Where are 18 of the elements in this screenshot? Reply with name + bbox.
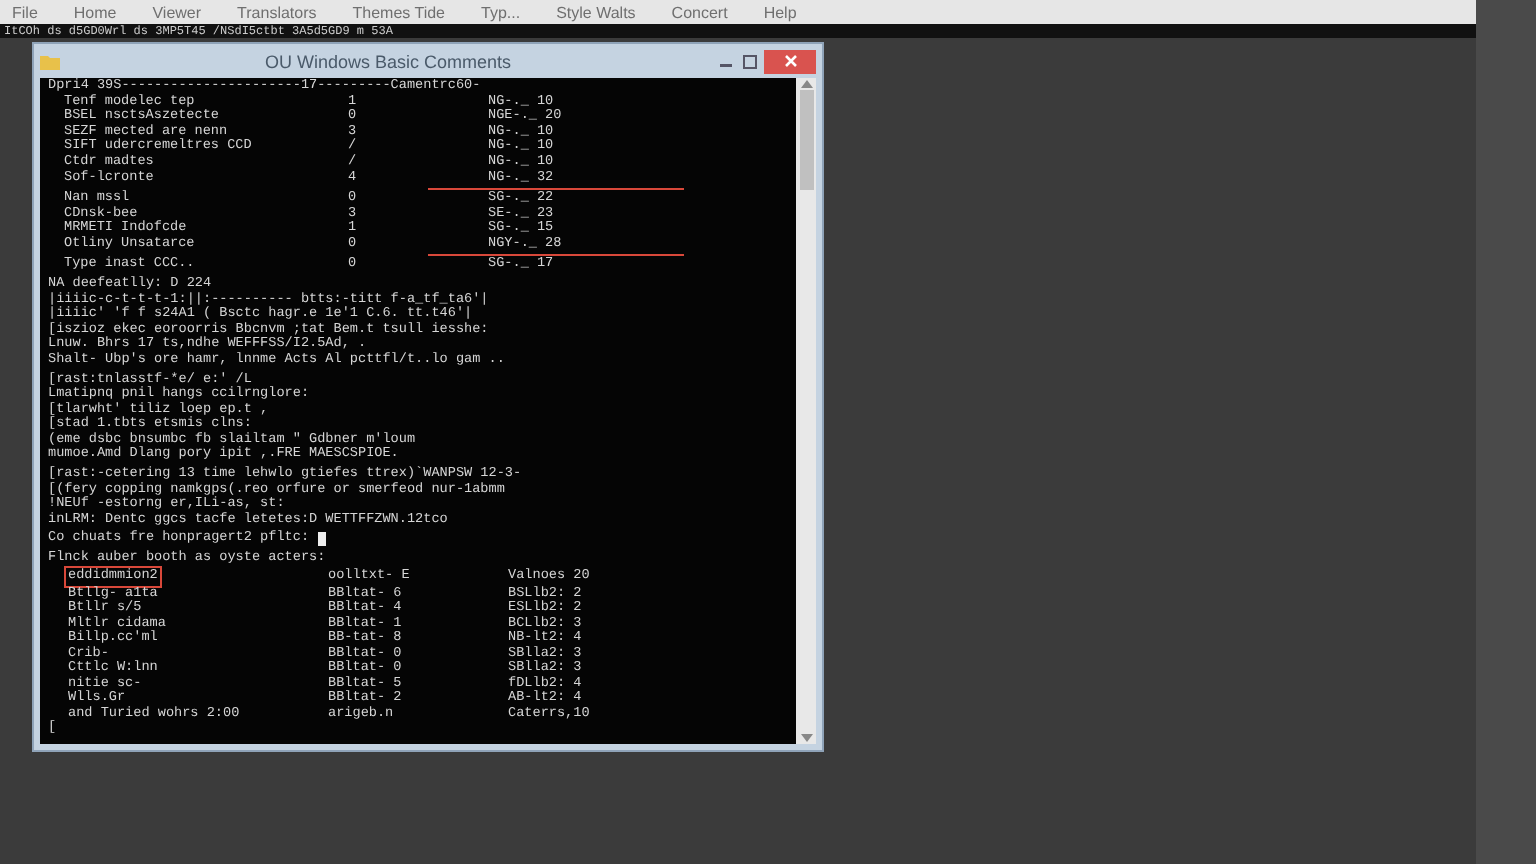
scrollbar[interactable]: [796, 78, 816, 744]
folder-icon: [40, 52, 60, 70]
text-cursor: [317, 532, 326, 547]
menu-item[interactable]: Typ...: [481, 3, 521, 21]
close-icon: [783, 54, 797, 68]
menu-item[interactable]: File: [12, 3, 38, 21]
window-title: OU Windows Basic Comments: [262, 51, 514, 71]
menu-item[interactable]: Concert: [671, 3, 728, 21]
menu-item[interactable]: Viewer: [152, 3, 202, 21]
close-button[interactable]: [764, 49, 816, 73]
maximize-icon[interactable]: [740, 51, 760, 71]
menu-item[interactable]: Style Walts: [556, 3, 636, 21]
menu-item[interactable]: Help: [763, 3, 797, 21]
menu-item[interactable]: Themes Tide: [352, 3, 446, 21]
up-arrow-icon[interactable]: [799, 78, 813, 90]
down-arrow-icon[interactable]: [799, 732, 813, 744]
menu-item[interactable]: Translators: [237, 3, 317, 21]
menu-item[interactable]: Home: [73, 3, 117, 21]
